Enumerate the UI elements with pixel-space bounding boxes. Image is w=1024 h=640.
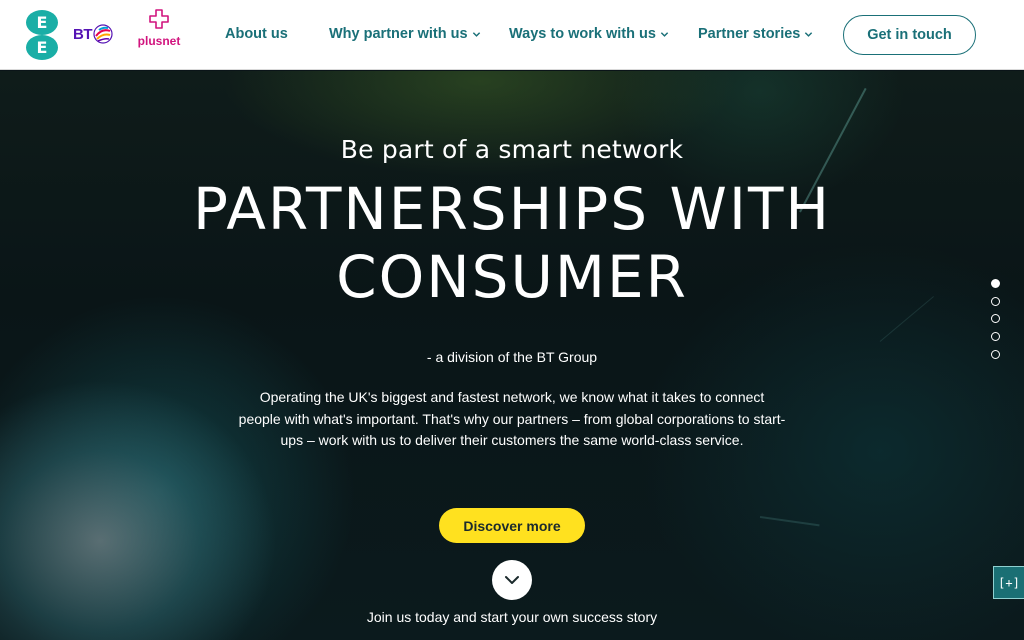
nav-why-partner-label: Why partner with us <box>329 26 468 42</box>
slide-dot-1[interactable] <box>991 279 1000 288</box>
plusnet-logo-text: plusnet <box>137 34 181 48</box>
nav-partner-stories-label: Partner stories <box>698 26 801 42</box>
nav-partner-stories[interactable]: Partner stories <box>698 26 813 42</box>
site-header: E E BT plusnet About us Why partner with… <box>0 0 1024 70</box>
discover-more-button[interactable]: Discover more <box>439 508 585 543</box>
slide-dot-4[interactable] <box>991 332 1000 342</box>
chevron-down-icon <box>805 31 813 37</box>
slide-dot-5[interactable] <box>991 349 1000 359</box>
nav-ways-to-work[interactable]: Ways to work with us <box>509 26 669 42</box>
bt-logo-text: BT <box>73 25 93 43</box>
slide-pagination <box>991 279 1003 367</box>
hero-subtitle: Be part of a smart network <box>340 135 684 164</box>
slide-dot-2[interactable] <box>991 296 1000 306</box>
ee-logo[interactable]: E E <box>26 10 58 60</box>
hero-title-line2: CONSUMER <box>336 243 688 311</box>
plusnet-logo[interactable]: plusnet <box>134 8 184 49</box>
hero-section: Be part of a smart network PARTNERSHIPS … <box>0 71 1024 640</box>
hero-body-text: Operating the UK's biggest and fastest n… <box>238 389 786 448</box>
nav-why-partner[interactable]: Why partner with us <box>329 26 481 42</box>
scroll-down-button[interactable] <box>492 560 532 600</box>
chevron-down-icon <box>660 31 669 37</box>
hero-title: PARTNERSHIPS WITH CONSUMER <box>0 175 1024 311</box>
plusnet-cross-icon <box>149 9 169 29</box>
get-in-touch-button[interactable]: Get in touch <box>843 15 976 55</box>
slide-dot-3[interactable] <box>991 314 1000 324</box>
expand-button[interactable]: [+] <box>993 566 1024 599</box>
nav-about-us[interactable]: About us <box>225 26 288 42</box>
nav-ways-to-work-label: Ways to work with us <box>509 26 656 42</box>
chevron-down-icon <box>472 31 480 37</box>
nav-about-us-label: About us <box>225 26 288 42</box>
background-light-streak <box>759 516 820 527</box>
ee-logo-bottom: E <box>26 35 58 60</box>
expand-icon: [+] <box>998 575 1020 590</box>
brand-logos: E E BT plusnet <box>26 9 180 60</box>
bt-globe-icon <box>93 24 113 44</box>
hero-footer-text: Join us today and start your own success… <box>366 609 658 625</box>
ee-logo-top: E <box>26 10 58 35</box>
hero-division-text: - a division of the BT Group <box>426 349 598 365</box>
chevron-down-icon <box>505 576 519 584</box>
hero-title-line1: PARTNERSHIPS WITH <box>192 175 832 243</box>
bt-logo[interactable]: BT <box>73 24 113 44</box>
